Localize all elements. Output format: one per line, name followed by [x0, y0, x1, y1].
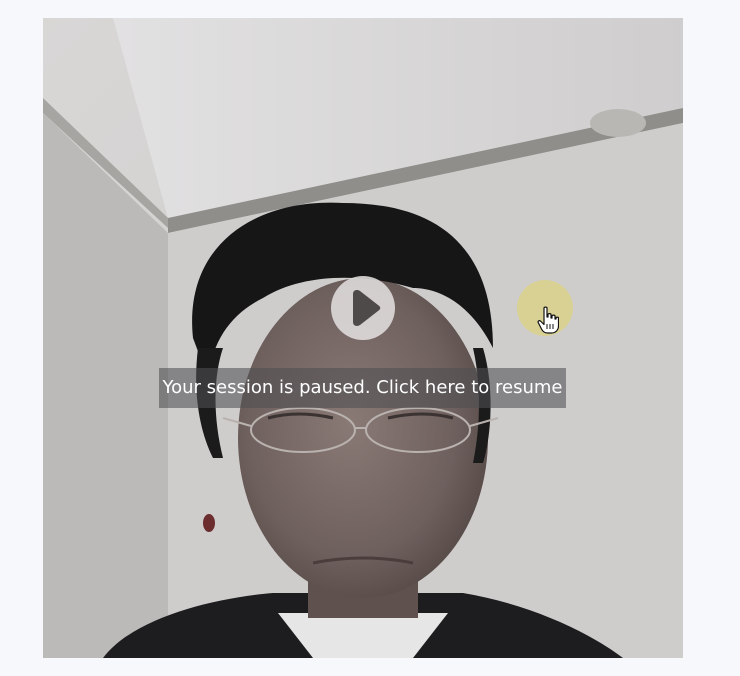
play-icon: [353, 290, 381, 326]
webcam-video-player[interactable]: Your session is paused. Click here to re…: [43, 18, 683, 658]
resume-session-banner[interactable]: Your session is paused. Click here to re…: [159, 368, 566, 408]
hand-pointer-icon: [537, 306, 559, 334]
page: Your session is paused. Click here to re…: [0, 0, 740, 676]
play-button[interactable]: [331, 276, 395, 340]
